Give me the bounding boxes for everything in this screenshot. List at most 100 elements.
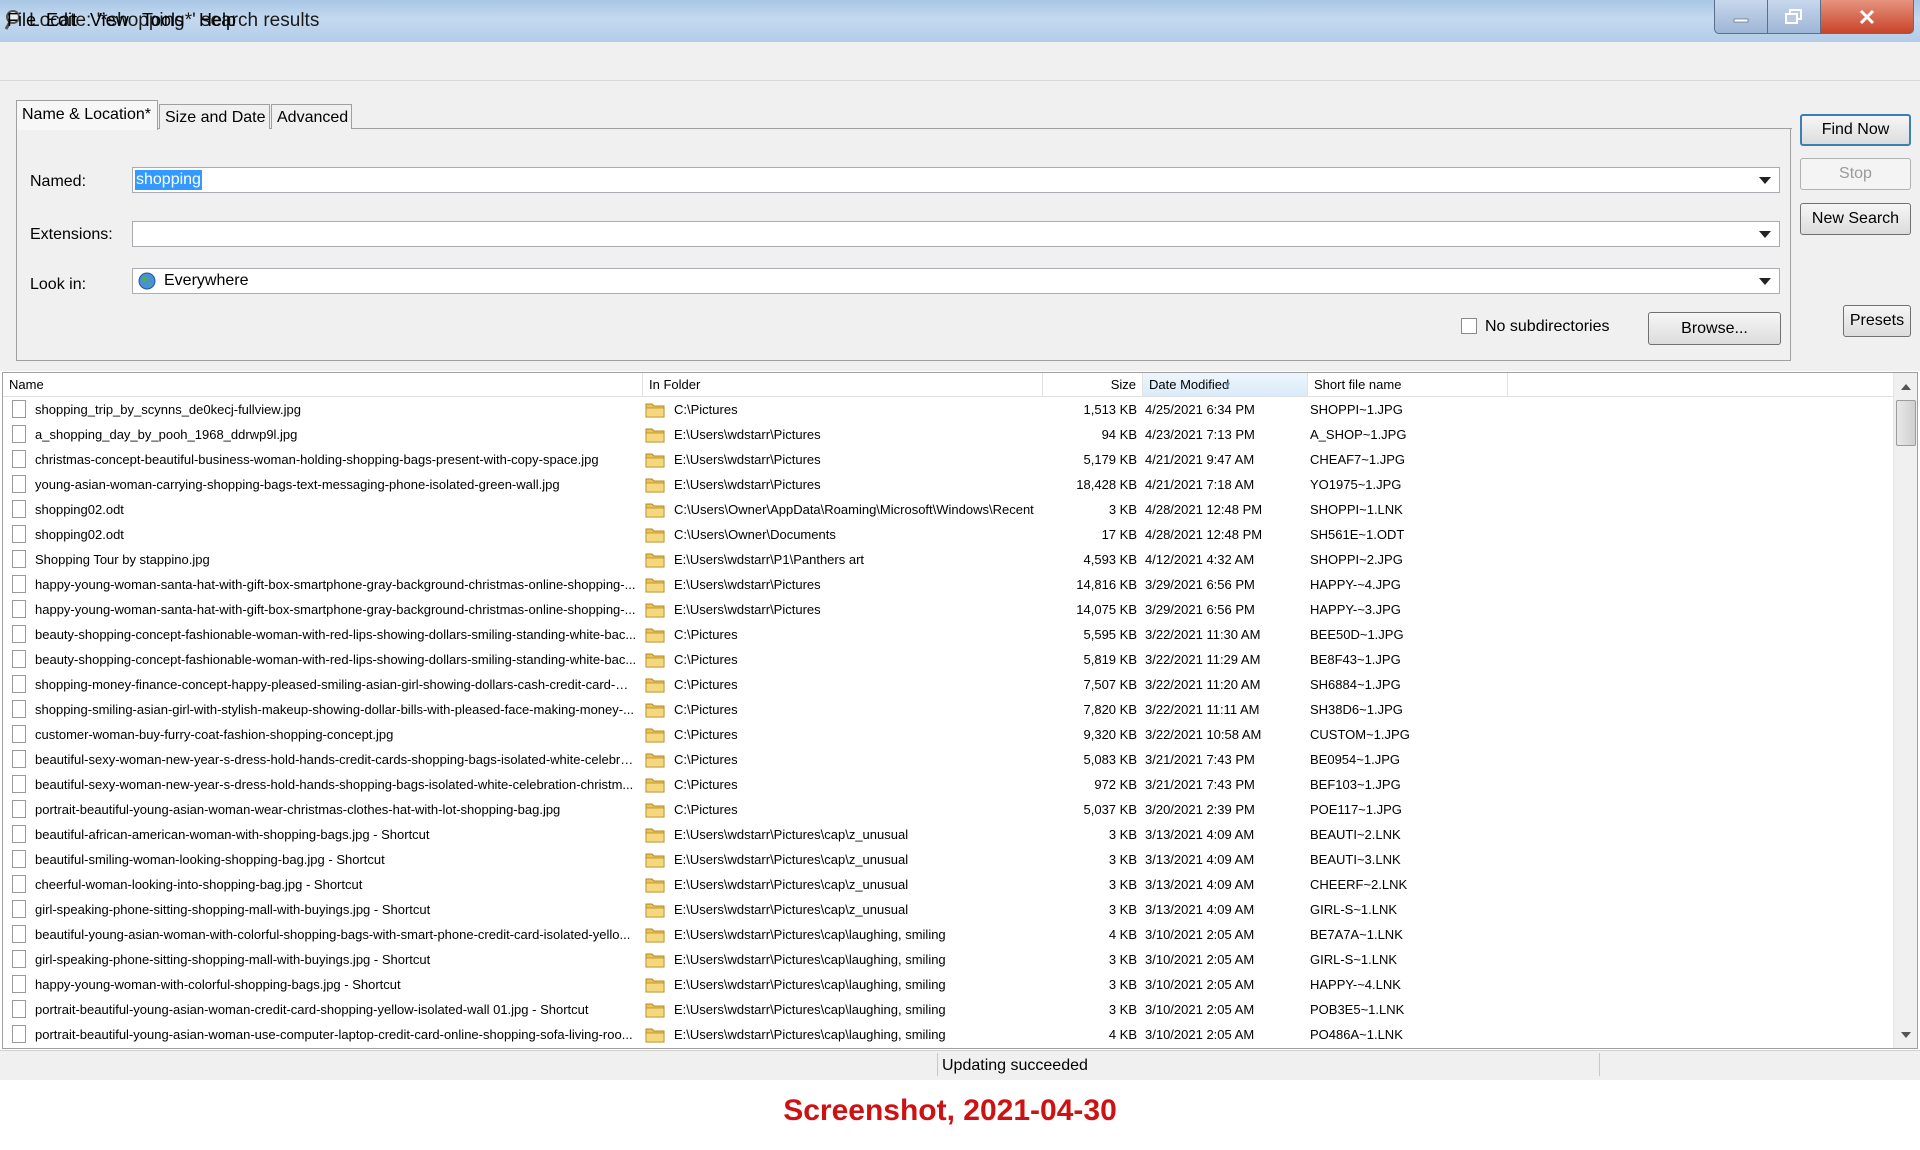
cell-name: beautiful-african-american-woman-with-sh…: [35, 827, 430, 842]
table-row[interactable]: beautiful-sexy-woman-new-year-s-dress-ho…: [3, 772, 1893, 797]
cell-folder: E:\Users\wdstarr\Pictures\cap\laughing, …: [674, 1027, 946, 1042]
cell-date: 4/12/2021 4:32 AM: [1145, 552, 1255, 567]
chevron-down-icon[interactable]: [1759, 177, 1771, 184]
menu-edit[interactable]: Edit: [46, 10, 77, 31]
column-header-date-label: Date Modified: [1149, 377, 1230, 392]
scroll-down-icon[interactable]: [1901, 1032, 1911, 1038]
file-icon: [12, 625, 26, 643]
stop-button[interactable]: Stop: [1800, 158, 1911, 190]
presets-button[interactable]: Presets: [1843, 305, 1911, 337]
no-subdirectories-label[interactable]: No subdirectories: [1485, 318, 1610, 336]
scroll-thumb[interactable]: [1896, 400, 1916, 446]
table-row[interactable]: portrait-beautiful-young-asian-woman-use…: [3, 1022, 1893, 1047]
menu-bar: [0, 42, 1920, 81]
table-row[interactable]: happy-young-woman-santa-hat-with-gift-bo…: [3, 597, 1893, 622]
file-icon: [12, 675, 26, 693]
table-row[interactable]: shopping02.odt C:\Users\Owner\AppData\Roa…: [3, 497, 1893, 522]
lookin-combo[interactable]: Everywhere: [132, 268, 1780, 294]
table-row[interactable]: beautiful-smiling-woman-looking-shopping…: [3, 847, 1893, 872]
menu-help[interactable]: Help: [199, 10, 236, 31]
file-icon: [12, 900, 26, 918]
cell-date: 3/21/2021 7:43 PM: [1145, 752, 1255, 767]
find-now-button[interactable]: Find Now: [1800, 114, 1911, 146]
table-row[interactable]: customer-woman-buy-furry-coat-fashion-sh…: [3, 722, 1893, 747]
tab-size-date[interactable]: Size and Date: [159, 104, 270, 129]
column-header-folder[interactable]: In Folder: [643, 373, 1043, 396]
results-list[interactable]: Name In Folder Size ▼ Date Modified Shor…: [2, 372, 1918, 1049]
table-row[interactable]: beauty-shopping-concept-fashionable-woma…: [3, 647, 1893, 672]
cell-date: 3/22/2021 11:30 AM: [1145, 627, 1261, 642]
cell-date: 3/13/2021 4:09 AM: [1145, 902, 1255, 917]
status-separator: [937, 1053, 938, 1076]
cell-folder: C:\Pictures: [674, 727, 738, 742]
file-icon: [12, 600, 26, 618]
table-row[interactable]: girl-speaking-phone-sitting-shopping-mal…: [3, 947, 1893, 972]
cell-size: 3 KB: [1108, 902, 1137, 917]
scroll-up-icon[interactable]: [1901, 384, 1911, 390]
menu-view[interactable]: View: [90, 10, 129, 31]
chevron-down-icon[interactable]: [1759, 278, 1771, 285]
table-row[interactable]: portrait-beautiful-young-asian-woman-wea…: [3, 797, 1893, 822]
cell-size: 17 KB: [1101, 527, 1137, 542]
table-row[interactable]: Shopping Tour by stappino.jpg E:\Users\wd…: [3, 547, 1893, 572]
table-row[interactable]: girl-speaking-phone-sitting-shopping-mal…: [3, 897, 1893, 922]
folder-icon: [645, 703, 665, 718]
cell-folder: E:\Users\wdstarr\Pictures\cap\z_unusual: [674, 877, 909, 892]
cell-name: happy-young-woman-santa-hat-with-gift-bo…: [35, 577, 636, 592]
restore-button[interactable]: [1767, 0, 1821, 34]
table-row[interactable]: a_shopping_day_by_pooh_1968_ddrwp9l.jpg E…: [3, 422, 1893, 447]
cell-short-name: BE0954~1.JPG: [1310, 752, 1400, 767]
file-icon: [12, 475, 26, 493]
cell-date: 3/21/2021 7:43 PM: [1145, 777, 1255, 792]
table-row[interactable]: young-asian-woman-carrying-shopping-bags…: [3, 472, 1893, 497]
named-combo[interactable]: shopping: [132, 167, 1780, 193]
folder-icon: [645, 528, 665, 543]
cell-name: beauty-shopping-concept-fashionable-woma…: [35, 627, 637, 642]
table-row[interactable]: shopping-smiling-asian-girl-with-stylish…: [3, 697, 1893, 722]
extensions-combo[interactable]: [132, 221, 1780, 247]
folder-icon: [645, 953, 665, 968]
no-subdirectories-checkbox[interactable]: [1461, 318, 1477, 334]
file-icon: [12, 450, 26, 468]
column-header-short-name[interactable]: Short file name: [1308, 373, 1508, 396]
cell-short-name: SHOPPI~1.JPG: [1310, 402, 1403, 417]
folder-icon: [645, 928, 665, 943]
table-row[interactable]: portrait-beautiful-young-asian-woman-cre…: [3, 997, 1893, 1022]
table-row[interactable]: shopping_trip_by_scynns_de0kecj-fullview…: [3, 397, 1893, 422]
globe-icon: [138, 272, 156, 290]
folder-icon: [645, 653, 665, 668]
table-row[interactable]: beautiful-young-asian-woman-with-colorfu…: [3, 922, 1893, 947]
table-row[interactable]: shopping-money-finance-concept-happy-ple…: [3, 672, 1893, 697]
table-row[interactable]: happy-young-woman-santa-hat-with-gift-bo…: [3, 572, 1893, 597]
tab-name-location[interactable]: Name & Location*: [16, 100, 158, 130]
table-row[interactable]: shopping02.odt C:\Users\Owner\Documents 17…: [3, 522, 1893, 547]
cell-size: 3 KB: [1108, 877, 1137, 892]
cell-size: 3 KB: [1108, 952, 1137, 967]
named-input-value[interactable]: shopping: [135, 170, 202, 190]
minimize-button[interactable]: [1714, 0, 1768, 34]
table-row[interactable]: christmas-concept-beautiful-business-wom…: [3, 447, 1893, 472]
table-row[interactable]: beautiful-sexy-woman-new-year-s-dress-ho…: [3, 747, 1893, 772]
close-button[interactable]: [1820, 0, 1914, 34]
table-row[interactable]: beautiful-african-american-woman-with-sh…: [3, 822, 1893, 847]
column-header-size[interactable]: Size: [1043, 373, 1143, 396]
browse-button[interactable]: Browse...: [1648, 312, 1781, 345]
chevron-down-icon[interactable]: [1759, 231, 1771, 238]
cell-folder: E:\Users\wdstarr\Pictures: [674, 577, 821, 592]
new-search-button[interactable]: New Search: [1800, 203, 1911, 235]
file-icon: [12, 425, 26, 443]
file-icon: [12, 500, 26, 518]
cell-short-name: BE8F43~1.JPG: [1310, 652, 1401, 667]
menu-file[interactable]: File: [7, 10, 36, 31]
file-icon: [12, 850, 26, 868]
cell-folder: C:\Pictures: [674, 777, 738, 792]
tab-advanced[interactable]: Advanced: [271, 104, 352, 129]
table-row[interactable]: happy-young-woman-with-colorful-shopping…: [3, 972, 1893, 997]
column-header-date[interactable]: ▼ Date Modified: [1143, 373, 1308, 396]
vertical-scrollbar[interactable]: [1893, 373, 1917, 1048]
folder-icon: [645, 778, 665, 793]
table-row[interactable]: beauty-shopping-concept-fashionable-woma…: [3, 622, 1893, 647]
column-header-name[interactable]: Name: [3, 373, 643, 396]
menu-tools[interactable]: Tools: [142, 10, 184, 31]
table-row[interactable]: cheerful-woman-looking-into-shopping-bag…: [3, 872, 1893, 897]
